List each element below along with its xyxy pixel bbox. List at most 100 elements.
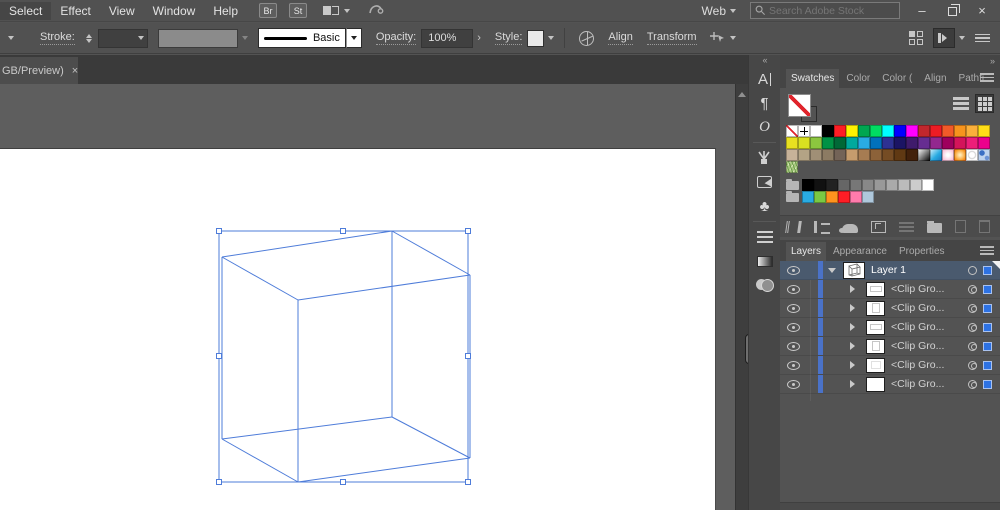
target-circle-icon[interactable] — [968, 303, 977, 313]
layer-thumbnail[interactable] — [843, 261, 865, 279]
selection-indicator-square[interactable] — [983, 360, 992, 370]
vertical-scrollbar[interactable] — [735, 84, 754, 510]
swatch[interactable] — [942, 125, 954, 137]
sync-settings-icon[interactable] — [368, 2, 384, 19]
layer-thumbnail[interactable] — [866, 281, 885, 297]
swatch[interactable] — [882, 149, 894, 161]
fill-stroke-indicator[interactable] — [788, 94, 828, 128]
chevron-right-icon[interactable] — [850, 285, 859, 293]
symbols-panel-icon[interactable]: ♣ — [749, 194, 780, 218]
swatch[interactable] — [870, 149, 882, 161]
swatch[interactable] — [906, 149, 918, 161]
stock-search[interactable] — [750, 2, 900, 19]
menu-window[interactable]: Window — [144, 2, 205, 20]
visibility-eye-icon[interactable] — [787, 322, 800, 332]
swatch[interactable] — [834, 149, 846, 161]
paragraph-panel-icon[interactable]: ¶ — [749, 91, 780, 115]
opacity-value[interactable]: 100% — [421, 28, 474, 48]
swatch[interactable] — [966, 149, 978, 161]
stroke-panel-icon[interactable] — [749, 225, 780, 249]
swatch[interactable] — [786, 149, 798, 161]
close-button[interactable]: × — [968, 1, 996, 21]
swatch-group-folder-icon[interactable] — [786, 190, 799, 202]
swatch[interactable] — [838, 179, 850, 191]
profile-chevron[interactable] — [241, 36, 248, 43]
swatch-options-icon[interactable] — [839, 224, 858, 233]
menu-select[interactable]: Select — [0, 1, 52, 20]
swatch[interactable] — [846, 125, 858, 137]
swatch[interactable] — [862, 191, 874, 203]
restore-button[interactable] — [938, 1, 966, 21]
swatch[interactable] — [898, 179, 910, 191]
chevron-right-icon[interactable] — [850, 323, 859, 331]
select-similar-chevron[interactable] — [729, 36, 736, 43]
target-circle-icon[interactable] — [968, 265, 977, 275]
menu-help[interactable]: Help — [204, 2, 247, 20]
swatch[interactable] — [894, 137, 906, 149]
chevron-right-icon[interactable] — [850, 304, 859, 312]
menu-view[interactable]: View — [100, 2, 144, 20]
brush-preview[interactable]: Basic — [257, 28, 346, 48]
visibility-eye-icon[interactable] — [787, 303, 800, 313]
selection-handle[interactable] — [340, 479, 346, 485]
swatch[interactable] — [906, 137, 918, 149]
stroke-link[interactable]: Stroke: — [40, 31, 75, 45]
swatch[interactable] — [918, 137, 930, 149]
swatch[interactable] — [906, 125, 918, 137]
swatch[interactable] — [870, 125, 882, 137]
workspace-chevron[interactable] — [959, 36, 965, 43]
selection-handle[interactable] — [340, 228, 346, 234]
swatch[interactable] — [810, 137, 822, 149]
swatches-tab-color[interactable]: Color ( — [877, 69, 917, 88]
layers-tab-properties[interactable]: Properties — [894, 242, 950, 261]
control-menu-icon[interactable] — [975, 33, 990, 43]
visibility-eye-icon[interactable] — [787, 360, 800, 370]
layer-row[interactable]: <Clip Gro... — [780, 299, 1000, 318]
chevron-down-icon[interactable] — [828, 267, 836, 277]
swatch[interactable] — [862, 179, 874, 191]
new-swatch-icon[interactable] — [955, 220, 966, 233]
tab-close-icon[interactable]: × — [72, 65, 78, 77]
swatch[interactable] — [954, 137, 966, 149]
swatch[interactable] — [978, 149, 990, 161]
target-circle-icon[interactable] — [968, 284, 977, 294]
swatch[interactable] — [874, 179, 886, 191]
collapse-panels-icon[interactable]: » — [990, 56, 995, 66]
list-view-icon[interactable] — [899, 221, 914, 233]
brushes-panel-icon[interactable] — [749, 146, 780, 170]
swatch[interactable] — [802, 179, 814, 191]
chevron-right-icon[interactable] — [850, 342, 859, 350]
swatch[interactable] — [826, 179, 838, 191]
chevron-right-icon[interactable] — [850, 380, 859, 388]
selection-handle[interactable] — [216, 228, 222, 234]
selection-indicator-square[interactable] — [983, 379, 992, 389]
swatch[interactable] — [922, 179, 934, 191]
list-view-icon[interactable] — [953, 97, 969, 110]
canvas-area[interactable] — [0, 84, 735, 510]
layers-panel-menu-icon[interactable] — [980, 246, 994, 255]
width-profile-select[interactable] — [157, 28, 238, 48]
style-swatch[interactable] — [527, 29, 545, 47]
layers-tab-layers[interactable]: Layers — [786, 242, 827, 261]
selection-indicator-square[interactable] — [983, 284, 992, 294]
delete-swatch-icon[interactable] — [979, 220, 990, 233]
selection-indicator-square[interactable] — [983, 303, 992, 313]
visibility-eye-icon[interactable] — [787, 284, 800, 294]
swatch[interactable] — [834, 125, 846, 137]
minimize-button[interactable]: – — [908, 1, 936, 21]
target-circle-icon[interactable] — [968, 341, 977, 351]
swatch[interactable] — [882, 137, 894, 149]
swatch[interactable] — [850, 179, 862, 191]
target-circle-icon[interactable] — [968, 379, 977, 389]
swatch[interactable] — [930, 137, 942, 149]
layer-thumbnail[interactable] — [866, 338, 885, 354]
layer-thumbnail[interactable] — [866, 319, 885, 335]
selection-indicator-square[interactable] — [983, 322, 992, 332]
new-folder-icon[interactable] — [927, 220, 942, 233]
toggle-st-button[interactable]: St — [289, 3, 307, 18]
swatch[interactable] — [802, 191, 814, 203]
new-color-group-icon[interactable] — [871, 220, 886, 233]
swatch[interactable] — [966, 125, 978, 137]
swatch[interactable] — [942, 149, 954, 161]
selection-indicator-square[interactable] — [983, 341, 992, 351]
